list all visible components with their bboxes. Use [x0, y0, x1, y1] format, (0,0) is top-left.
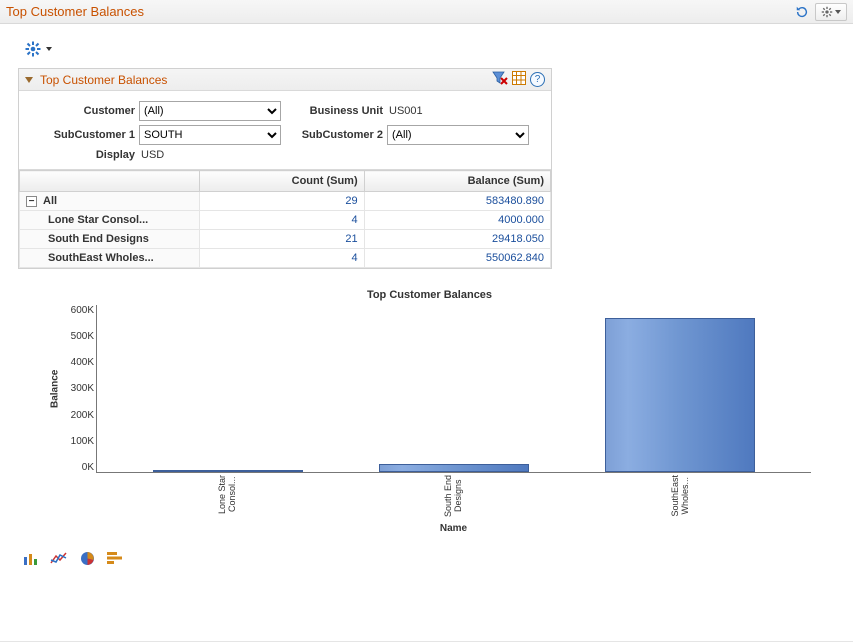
cell-count: 4	[200, 211, 365, 230]
panel-title: Top Customer Balances	[40, 73, 167, 87]
business-unit-value: US001	[387, 105, 423, 117]
cell-balance: 583480.890	[364, 192, 550, 211]
y-tick: 300K	[71, 383, 94, 394]
options-gear-icon[interactable]	[24, 40, 42, 58]
col-count[interactable]: Count (Sum)	[200, 171, 365, 192]
bar-chart-icon[interactable]	[22, 550, 40, 566]
table-row[interactable]: Lone Star Consol...44000.000	[20, 211, 551, 230]
subcustomer2-label: SubCustomer 2	[281, 129, 387, 141]
x-axis-ticks: Lone Star Consol... South End Designs Sout…	[96, 473, 811, 519]
chart-bar[interactable]	[379, 464, 529, 472]
business-unit-label: Business Unit	[281, 105, 387, 117]
y-tick: 100K	[71, 436, 94, 447]
cell-balance: 550062.840	[364, 249, 550, 268]
settings-button[interactable]	[815, 3, 847, 21]
page-title: Top Customer Balances	[6, 4, 144, 19]
subcustomer2-select[interactable]: (All)	[387, 125, 529, 145]
collapse-triangle-icon[interactable]	[25, 77, 33, 83]
row-name: SouthEast Wholes...	[20, 249, 200, 268]
table-row[interactable]: SouthEast Wholes...4550062.840	[20, 249, 551, 268]
hbar-chart-icon[interactable]	[106, 550, 124, 566]
x-axis-label: Name	[96, 523, 811, 534]
y-axis-ticks: 600K 500K 400K 300K 200K 100K 0K	[62, 305, 96, 473]
y-tick: 400K	[71, 357, 94, 368]
row-name: South End Designs	[20, 230, 200, 249]
y-tick: 600K	[71, 305, 94, 316]
collapse-toggle-icon[interactable]: −	[26, 196, 37, 207]
pivot-panel: Top Customer Balances ? Customer (Al	[18, 68, 552, 269]
refresh-icon[interactable]	[793, 3, 811, 21]
chart-area: Top Customer Balances Balance 600K 500K 40…	[48, 289, 811, 534]
cell-balance: 4000.000	[364, 211, 550, 230]
cell-count: 4	[200, 249, 365, 268]
chart-bar[interactable]	[153, 470, 303, 472]
chart-title: Top Customer Balances	[48, 289, 811, 301]
chart-bar[interactable]	[605, 318, 755, 472]
pivot-table: Count (Sum) Balance (Sum) −All29583480.8…	[19, 170, 551, 268]
display-label: Display	[29, 149, 139, 161]
chevron-down-icon	[835, 10, 841, 14]
row-name: −All	[20, 192, 200, 211]
customer-select[interactable]: (All)	[139, 101, 281, 121]
subcustomer1-select[interactable]: SOUTH	[139, 125, 281, 145]
x-tick: Lone Star Consol...	[152, 475, 302, 519]
chart-type-toolbar	[22, 550, 835, 566]
customer-label: Customer	[29, 105, 139, 117]
help-icon[interactable]: ?	[530, 72, 545, 87]
cell-balance: 29418.050	[364, 230, 550, 249]
display-value: USD	[139, 149, 164, 161]
col-balance[interactable]: Balance (Sum)	[364, 171, 550, 192]
table-row[interactable]: South End Designs2129418.050	[20, 230, 551, 249]
pie-chart-icon[interactable]	[78, 550, 96, 566]
y-tick: 200K	[71, 410, 94, 421]
y-tick: 500K	[71, 331, 94, 342]
x-tick: South End Designs	[378, 475, 528, 519]
y-axis-label: Balance	[48, 305, 62, 473]
table-view-icon[interactable]	[512, 71, 526, 88]
chart-plot	[96, 305, 811, 473]
options-caret-icon[interactable]	[46, 47, 52, 51]
cell-count: 21	[200, 230, 365, 249]
title-bar: Top Customer Balances	[0, 0, 853, 24]
cell-count: 29	[200, 192, 365, 211]
rowheader-col	[20, 171, 200, 192]
clear-filter-icon[interactable]	[492, 71, 508, 88]
table-row[interactable]: −All29583480.890	[20, 192, 551, 211]
line-chart-icon[interactable]	[50, 550, 68, 566]
row-name: Lone Star Consol...	[20, 211, 200, 230]
subcustomer1-label: SubCustomer 1	[29, 129, 139, 141]
x-tick: SouthEast Wholes...	[605, 475, 755, 519]
y-tick: 0K	[82, 462, 94, 473]
